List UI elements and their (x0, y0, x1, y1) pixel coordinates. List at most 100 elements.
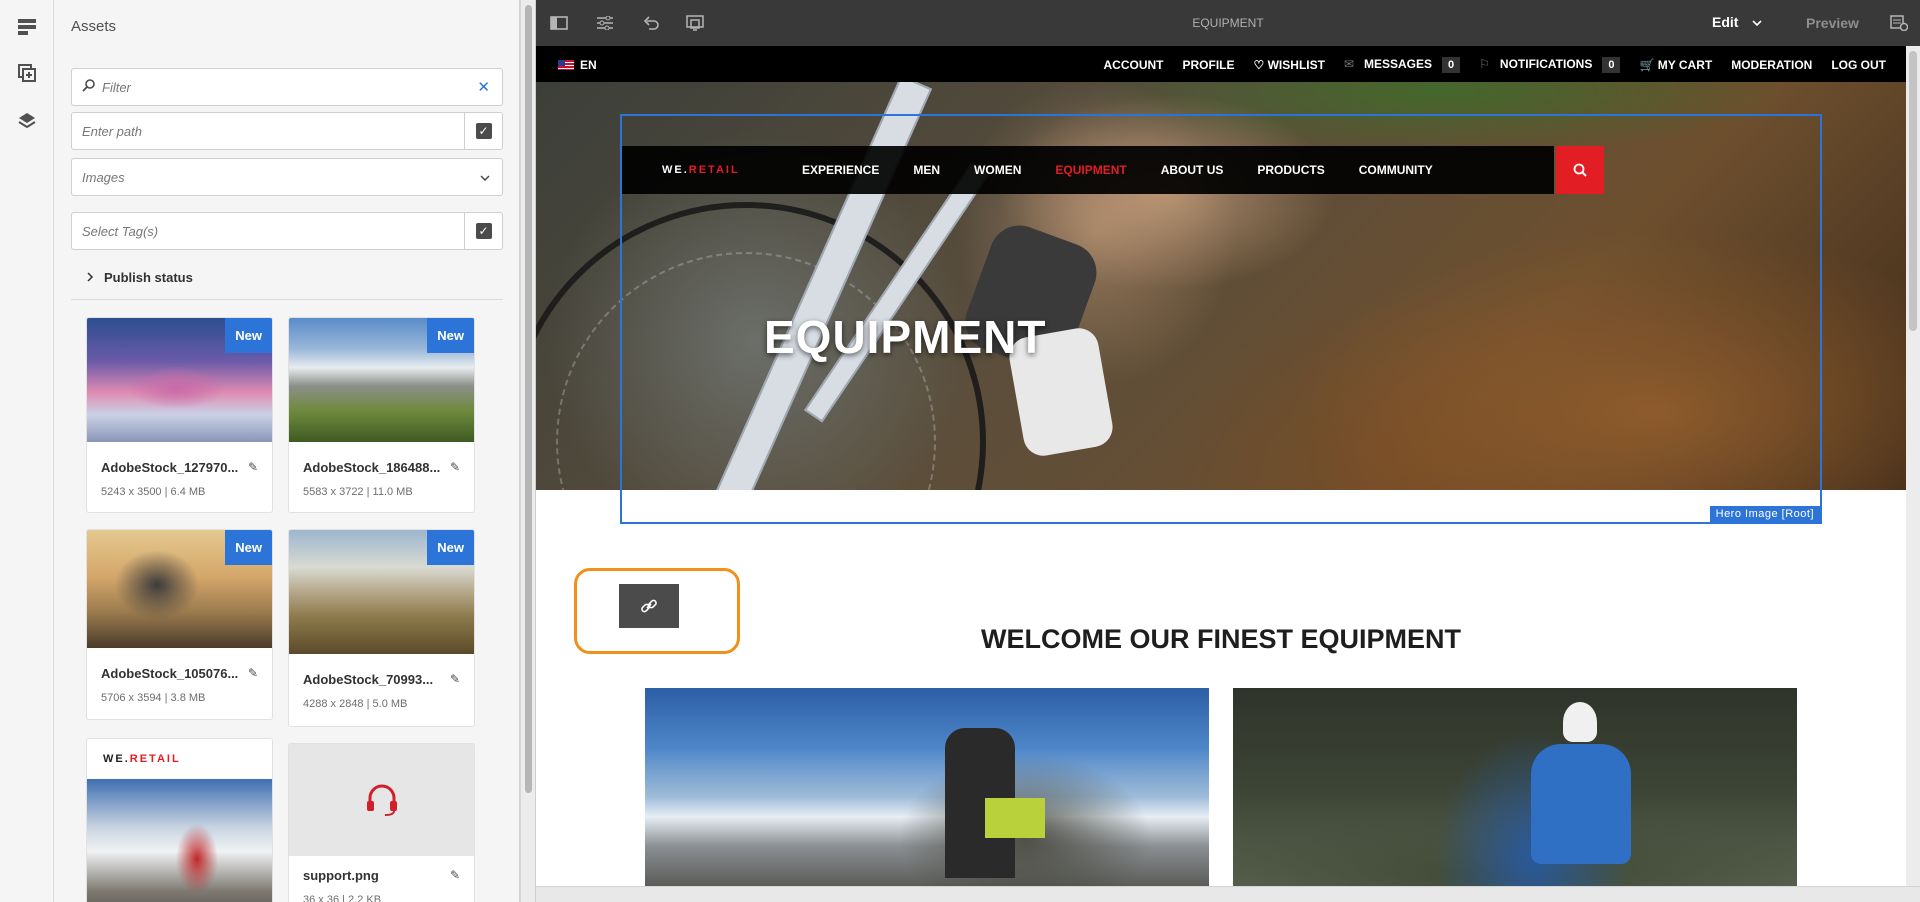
components-icon[interactable] (14, 14, 40, 40)
profile-link[interactable]: PROFILE (1182, 58, 1234, 72)
notifications-label: NOTIFICATIONS (1499, 57, 1593, 71)
messages-link[interactable]: ✉ MESSAGES 0 (1343, 57, 1461, 73)
splitter-grip[interactable] (525, 5, 532, 793)
brand-logo: WE.RETAIL (103, 753, 181, 765)
notifications-count: 0 (1602, 57, 1621, 73)
path-checkbox-cell[interactable]: ✓ (464, 113, 502, 149)
edit-icon[interactable]: ✎ (248, 460, 258, 474)
tags-placeholder: Select Tag(s) (82, 223, 159, 239)
page-canvas: EN ACCOUNT PROFILE ♡ WISHLIST ✉ MESSAGES 0… (536, 46, 1906, 886)
asset-card[interactable]: WE.RETAIL (86, 738, 273, 902)
brand-logo-retail: RETAIL (129, 753, 181, 765)
tags-field[interactable]: Select Tag(s) ✓ (71, 212, 503, 250)
asset-thumbnail (87, 779, 272, 902)
welcome-heading: WELCOME OUR FINEST EQUIPMENT (980, 624, 1461, 654)
language-selector[interactable]: EN (558, 58, 597, 72)
publish-status-label: Publish status (104, 270, 193, 285)
cart-icon: 🛒 (1639, 58, 1655, 72)
asset-meta: 4288 x 2848 | 5.0 MB (303, 698, 408, 710)
chevron-right-icon (87, 270, 94, 285)
side-rail (0, 0, 54, 902)
new-badge: New (427, 530, 474, 565)
envelope-icon: ✉ (1343, 57, 1354, 71)
language-label: EN (580, 58, 597, 72)
us-flag-icon (558, 60, 574, 70)
component-label: Hero Image [Root] (1709, 506, 1820, 522)
asset-card[interactable]: New AdobeStock_70993... ✎ 4288 x 2848 | … (288, 529, 475, 727)
asset-meta: 5243 x 3500 | 6.4 MB (101, 486, 206, 498)
mode-label: Edit (1712, 14, 1739, 30)
check-icon: ✓ (475, 223, 492, 239)
asset-type-value: Images (82, 169, 125, 185)
runner-jacket (1531, 744, 1631, 864)
brand-logo-we: WE. (103, 753, 130, 765)
messages-count: 0 (1442, 57, 1461, 73)
account-link[interactable]: ACCOUNT (1103, 58, 1163, 72)
assets-panel: Assets Filter ✕ Enter path ✓ Images Sele… (54, 0, 556, 902)
notifications-link[interactable]: ⚐ NOTIFICATIONS 0 (1479, 57, 1621, 73)
asset-card[interactable]: New AdobeStock_127970... ✎ 5243 x 3500 |… (86, 317, 273, 513)
page-settings-icon[interactable] (1888, 13, 1910, 33)
tags-checkbox-cell[interactable]: ✓ (464, 213, 502, 249)
cart-label: MY CART (1657, 58, 1713, 72)
check-icon: ✓ (475, 123, 492, 139)
asset-name: AdobeStock_186488... (303, 460, 441, 475)
promo-image-climbers[interactable] (645, 688, 1209, 886)
focus-highlight (574, 568, 740, 654)
asset-name: AdobeStock_105076... (101, 666, 239, 681)
logout-link[interactable]: LOG OUT (1831, 58, 1886, 72)
chevron-down-icon (480, 170, 490, 185)
path-field[interactable]: Enter path ✓ (71, 112, 503, 150)
moderation-link[interactable]: MODERATION (1731, 58, 1812, 72)
cart-link[interactable]: 🛒 MY CART (1639, 58, 1712, 72)
assets-icon[interactable] (14, 60, 40, 86)
headset-icon (366, 784, 397, 816)
filter-field[interactable]: Filter ✕ (71, 68, 503, 106)
runner-cap (1563, 702, 1597, 742)
asset-thumbnail (289, 744, 474, 856)
asset-name: AdobeStock_127970... (101, 460, 239, 475)
asset-grid: New AdobeStock_127970... ✎ 5243 x 3500 |… (71, 302, 483, 902)
scrollbar-thumb[interactable] (1909, 51, 1917, 331)
new-badge: New (427, 318, 474, 353)
asset-type-select[interactable]: Images (71, 158, 503, 196)
chevron-down-icon (1752, 14, 1763, 30)
editor-toolbar: EQUIPMENT Edit Preview (536, 0, 1920, 46)
panel-splitter[interactable] (520, 0, 536, 902)
asset-meta: 5706 x 3594 | 3.8 MB (101, 692, 206, 704)
edit-icon[interactable]: ✎ (248, 666, 258, 680)
new-badge: New (225, 318, 272, 353)
promo-image-runner[interactable] (1233, 688, 1797, 886)
messages-label: MESSAGES (1364, 57, 1433, 71)
wishlist-label: WISHLIST (1267, 58, 1325, 72)
app-root: Assets Filter ✕ Enter path ✓ Images Sele… (0, 0, 1920, 902)
panel-title: Assets (71, 18, 117, 35)
wishlist-link[interactable]: ♡ WISHLIST (1254, 58, 1325, 72)
asset-card[interactable]: support.png ✎ 36 x 36 | 2.2 KB (288, 743, 475, 902)
edit-icon[interactable]: ✎ (450, 868, 460, 882)
asset-meta: 36 x 36 | 2.2 KB (303, 894, 382, 902)
account-links: ACCOUNT PROFILE ♡ WISHLIST ✉ MESSAGES 0 ⚐ N… (1103, 57, 1886, 73)
asset-card[interactable]: New AdobeStock_186488... ✎ 5583 x 3722 |… (288, 317, 475, 513)
bottom-scrollbar[interactable] (536, 886, 1920, 902)
mode-selector[interactable]: Edit (1712, 14, 1763, 30)
preview-button[interactable]: Preview (1806, 15, 1859, 31)
component-selection-box[interactable]: Hero Image [Root] (620, 114, 1822, 524)
edit-icon[interactable]: ✎ (450, 460, 460, 474)
divider (71, 299, 503, 300)
climber-shorts (985, 798, 1045, 838)
account-bar: EN ACCOUNT PROFILE ♡ WISHLIST ✉ MESSAGES 0… (536, 46, 1906, 82)
asset-meta: 5583 x 3722 | 11.0 MB (303, 486, 413, 498)
asset-name: AdobeStock_70993... (303, 672, 434, 687)
new-badge: New (225, 530, 272, 565)
asset-card[interactable]: New AdobeStock_105076... ✎ 5706 x 3594 |… (86, 529, 273, 720)
clear-icon[interactable]: ✕ (477, 78, 490, 96)
heart-icon: ♡ (1253, 58, 1265, 72)
page-scrollbar[interactable] (1906, 46, 1920, 886)
publish-status-toggle[interactable]: Publish status (87, 270, 193, 285)
layers-icon[interactable] (14, 108, 40, 134)
path-placeholder: Enter path (82, 123, 142, 139)
edit-icon[interactable]: ✎ (450, 672, 460, 686)
search-icon (82, 79, 95, 95)
brand-strip: WE.RETAIL (87, 739, 272, 779)
